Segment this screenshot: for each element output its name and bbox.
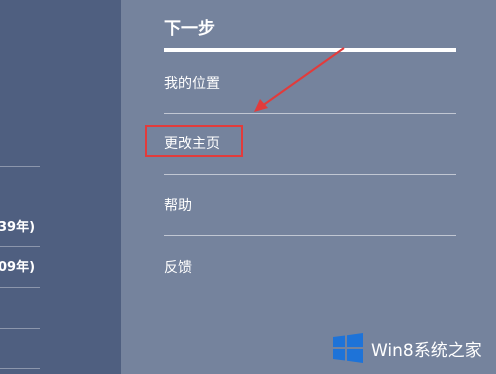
menu-item-label: 帮助 [164, 198, 192, 214]
menu-item-help[interactable]: 帮助 [164, 182, 456, 242]
watermark-text: Win8系统之家 [371, 340, 482, 361]
left-item-year-2[interactable]: 09年) [0, 260, 35, 276]
left-divider [0, 166, 40, 167]
left-panel: 39年) 09年) [0, 0, 121, 374]
menu-item-my-location[interactable]: 我的位置 [164, 60, 456, 120]
menu-divider [164, 113, 456, 114]
annotation-highlight-box [145, 125, 243, 157]
menu-divider [164, 235, 456, 236]
menu-item-label: 我的位置 [164, 76, 220, 92]
left-divider [0, 328, 40, 329]
section-title: 下一步 [164, 19, 215, 39]
left-divider [0, 246, 40, 247]
title-underline [164, 48, 456, 52]
menu-divider [164, 174, 456, 175]
left-item-year-1[interactable]: 39年) [0, 220, 35, 236]
left-divider [0, 368, 40, 369]
watermark: Win8系统之家 [333, 333, 482, 363]
menu-item-feedback[interactable]: 反馈 [164, 243, 456, 303]
left-divider [0, 287, 40, 288]
windows-logo-icon [333, 333, 363, 363]
menu-item-label: 反馈 [164, 260, 192, 276]
